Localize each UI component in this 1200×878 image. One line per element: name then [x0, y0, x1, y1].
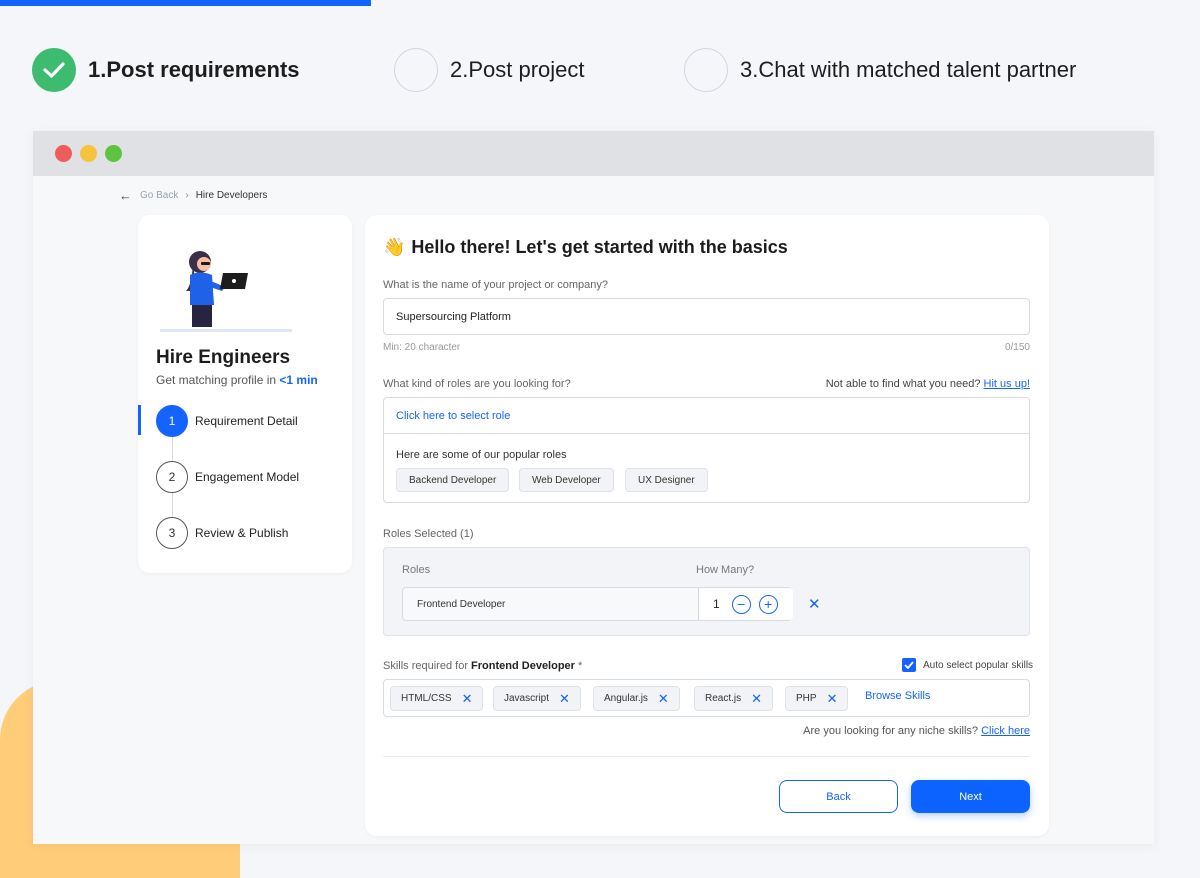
- step-number: 3: [156, 517, 188, 549]
- auto-select-toggle[interactable]: Auto select popular skills: [902, 658, 1033, 672]
- quantity-value: 1: [713, 597, 720, 611]
- hit-us-up-link[interactable]: Hit us up!: [984, 378, 1030, 390]
- step-number: 1: [156, 405, 188, 437]
- active-step-indicator: [138, 405, 141, 435]
- remove-skill-close-icon[interactable]: ✕: [658, 691, 669, 707]
- sidebar-title: Hire Engineers: [156, 347, 291, 368]
- check-circle-icon: [32, 48, 76, 92]
- roles-selector: Click here to select role Here are some …: [383, 397, 1030, 503]
- skills-role-name: Frontend Developer: [471, 660, 575, 672]
- skills-label-prefix: Skills required for: [383, 660, 468, 672]
- step-number: 2: [156, 461, 188, 493]
- niche-click-here-link[interactable]: Click here: [981, 725, 1030, 737]
- next-button[interactable]: Next: [911, 780, 1030, 813]
- sidebar-step-1[interactable]: 1 Requirement Detail: [156, 405, 298, 437]
- waving-hand-icon: 👋: [383, 237, 406, 257]
- chevron-right-icon: ›: [185, 190, 189, 201]
- top-step-2: 2.Post project: [394, 46, 585, 94]
- form-title: 👋 Hello there! Let's get started with th…: [383, 237, 788, 258]
- step-label: Requirement Detail: [195, 414, 298, 428]
- popular-roles-label: Here are some of our popular roles: [396, 449, 567, 461]
- auto-select-label: Auto select popular skills: [923, 659, 1034, 671]
- sidebar-step-2[interactable]: 2 Engagement Model: [156, 461, 299, 493]
- empty-circle-icon: [684, 48, 728, 92]
- remove-skill-close-icon[interactable]: ✕: [559, 691, 570, 707]
- how-many-column-header: How Many?: [696, 564, 755, 576]
- skill-chip: Angular.js ✕: [593, 686, 680, 711]
- skill-chip: PHP ✕: [785, 686, 849, 711]
- selected-role-name: Frontend Developer: [417, 599, 506, 610]
- min-char-hint: Min: 20 character: [383, 342, 461, 353]
- roles-question-label: What kind of roles are you looking for?: [383, 378, 571, 390]
- subtitle-text: Get matching profile in: [156, 373, 277, 387]
- project-question-label: What is the name of your project or comp…: [383, 279, 608, 291]
- form-title-text: Hello there! Let's get started with the …: [411, 237, 788, 257]
- subtitle-highlight: <1 min: [279, 373, 318, 387]
- popular-role-chip[interactable]: Web Developer: [519, 468, 614, 492]
- browse-skills-link[interactable]: Browse Skills: [865, 690, 930, 702]
- sidebar-subtitle: Get matching profile in <1 min: [156, 373, 318, 387]
- skill-label: Javascript: [504, 693, 550, 704]
- remove-skill-close-icon[interactable]: ✕: [462, 691, 473, 707]
- popular-role-chip[interactable]: Backend Developer: [396, 468, 510, 492]
- skill-chip: HTML/CSS ✕: [390, 686, 484, 711]
- browser-window: ← Go Back › Hire Developers Hire Enginee…: [33, 131, 1154, 844]
- person-with-laptop-illustration: [160, 251, 292, 332]
- skill-chip: React.js ✕: [694, 686, 774, 711]
- window-titlebar: [33, 131, 1154, 176]
- step-label: Engagement Model: [195, 470, 300, 484]
- project-name-input[interactable]: Supersourcing Platform: [383, 298, 1030, 335]
- selected-role-row: Frontend Developer 1 − +: [402, 587, 793, 621]
- niche-skills-prompt: Are you looking for any niche skills? Cl…: [803, 725, 1030, 737]
- popular-role-chip[interactable]: UX Designer: [625, 468, 708, 492]
- top-step-3: 3.Chat with matched talent partner: [684, 46, 1076, 94]
- divider: [383, 756, 1030, 757]
- top-step-label: 1.Post requirements: [88, 57, 300, 82]
- help-prompt: Not able to find what you need?: [825, 378, 981, 390]
- selected-roles-panel: Roles How Many? Frontend Developer 1 − +…: [383, 547, 1030, 636]
- back-arrow-icon[interactable]: ←: [119, 188, 132, 203]
- remove-skill-close-icon[interactable]: ✕: [827, 691, 838, 707]
- top-step-label: 2.Post project: [450, 57, 585, 82]
- niche-text: Are you looking for any niche skills?: [803, 725, 979, 737]
- skills-input[interactable]: HTML/CSS ✕ Javascript ✕ Angular.js ✕ React.…: [383, 679, 1030, 717]
- breadcrumb: ← Go Back › Hire Developers: [119, 188, 267, 203]
- help-text: Not able to find what you need? Hit us u…: [826, 378, 1030, 390]
- skill-label: Angular.js: [604, 693, 648, 704]
- remove-role-close-icon[interactable]: ✕: [808, 595, 821, 613]
- minimize-dot-icon[interactable]: [80, 145, 97, 162]
- step-label: Review & Publish: [195, 526, 289, 540]
- sidebar-card: Hire Engineers Get matching profile in <…: [138, 215, 352, 573]
- empty-circle-icon: [394, 48, 438, 92]
- close-dot-icon[interactable]: [55, 145, 72, 162]
- remove-skill-close-icon[interactable]: ✕: [751, 691, 762, 707]
- back-button[interactable]: Back: [779, 780, 898, 813]
- skills-required-label: Skills required for Frontend Developer *: [383, 660, 582, 672]
- skill-chip: Javascript ✕: [493, 686, 581, 711]
- top-stepper: 1.Post requirements 2.Post project 3.Cha…: [0, 46, 1200, 98]
- breadcrumb-current: Hire Developers: [195, 190, 268, 201]
- roles-selected-label: Roles Selected (1): [383, 528, 474, 540]
- skill-label: HTML/CSS: [401, 693, 452, 704]
- skill-label: React.js: [705, 693, 742, 704]
- top-step-1: 1.Post requirements: [32, 46, 300, 94]
- quantity-stepper: 1 − +: [698, 588, 793, 620]
- checkbox-checked-icon[interactable]: [902, 658, 916, 672]
- select-role-dropdown[interactable]: Click here to select role: [384, 398, 1029, 434]
- go-back-link[interactable]: Go Back: [140, 190, 178, 201]
- roles-column-header: Roles: [402, 564, 431, 576]
- minus-icon[interactable]: −: [731, 594, 751, 614]
- char-counter: 0/150: [1004, 342, 1030, 353]
- top-progress-bar: [0, 0, 371, 6]
- plus-icon[interactable]: +: [758, 594, 778, 614]
- skill-label: PHP: [796, 693, 817, 704]
- sidebar-step-3[interactable]: 3 Review & Publish: [156, 517, 288, 549]
- top-step-label: 3.Chat with matched talent partner: [740, 57, 1077, 82]
- maximize-dot-icon[interactable]: [105, 145, 122, 162]
- form-card: 👋 Hello there! Let's get started with th…: [365, 215, 1049, 836]
- required-marker: *: [578, 660, 583, 672]
